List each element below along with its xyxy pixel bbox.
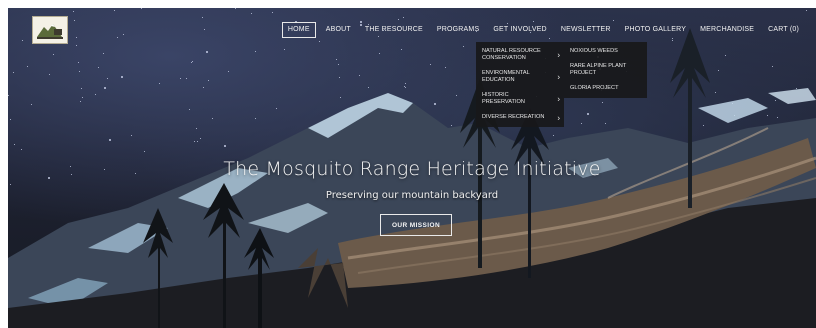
site-logo[interactable] (32, 16, 68, 44)
chevron-right-icon: › (557, 50, 560, 60)
chevron-right-icon: › (557, 72, 560, 82)
dropdown-item-label: Diverse Recreation (482, 114, 545, 120)
nav-item-about[interactable]: ABOUT (319, 22, 358, 38)
dropdown-item-label: Environmental Education (482, 70, 530, 83)
dropdown-item[interactable]: Environmental Education › (476, 66, 564, 88)
chevron-right-icon: › (557, 94, 560, 104)
nav-item-photo-gallery[interactable]: PHOTO GALLERY (618, 22, 693, 38)
submenu-item[interactable]: Noxious Weeds (564, 44, 647, 59)
conservation-submenu: Noxious Weeds Rare Alpine Plant Project Gl… (564, 42, 647, 98)
nav-item-newsletter[interactable]: NEWSLETTER (554, 22, 618, 38)
nav-item-programs[interactable]: PROGRAMS (430, 22, 486, 38)
dropdown-item-label: Natural Resource Conservation (482, 48, 541, 61)
dropdown-item[interactable]: Natural Resource Conservation › (476, 44, 564, 66)
mrhi-logo-icon (37, 24, 63, 39)
submenu-item[interactable]: Rare Alpine Plant Project (564, 59, 647, 81)
nav-item-get-involved[interactable]: GET INVOLVED (486, 22, 554, 38)
nav-item-merchandise[interactable]: MERCHANDISE (693, 22, 761, 38)
main-nav: HOME ABOUT THE RESOURCE PROGRAMS GET INVOLVE… (281, 22, 806, 38)
nav-item-cart-0[interactable]: CART (0) (761, 22, 806, 38)
hero-title: The Mosquito Range Heritage Initiative (223, 158, 601, 180)
nav-item-home[interactable]: HOME (281, 22, 316, 38)
chevron-right-icon: › (557, 113, 560, 122)
hero-subtitle: Preserving our mountain backyard (325, 190, 499, 201)
submenu-item[interactable]: Gloria Project (564, 81, 647, 96)
nav-item-the-resource[interactable]: THE RESOURCE (358, 22, 430, 38)
dropdown-item[interactable]: Historic Preservation › (476, 88, 564, 110)
programs-dropdown: Natural Resource Conservation › Environmen… (476, 42, 564, 127)
hero-section: HOME ABOUT THE RESOURCE PROGRAMS GET INVOLVE… (8, 8, 816, 328)
our-mission-button[interactable]: OUR MISSION (380, 214, 452, 236)
dropdown-item[interactable]: Diverse Recreation › (476, 110, 564, 125)
dropdown-item-label: Historic Preservation (482, 92, 525, 105)
